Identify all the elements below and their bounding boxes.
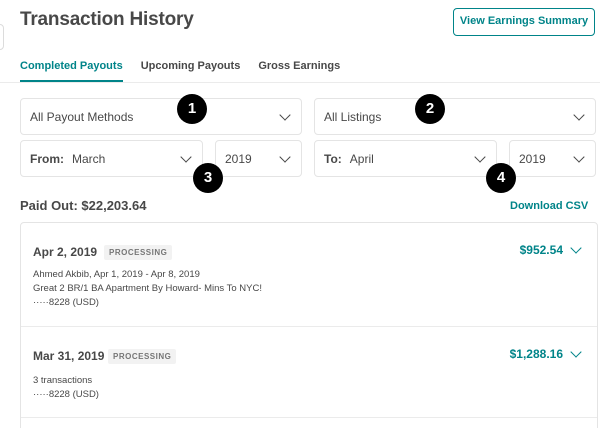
annotation-marker-2: 2 xyxy=(415,94,445,124)
row-divider xyxy=(21,326,597,327)
view-earnings-summary-button[interactable]: View Earnings Summary xyxy=(453,8,595,36)
chevron-down-icon xyxy=(573,108,585,121)
transaction-amount[interactable]: $1,288.16 xyxy=(510,347,563,361)
transaction-account: ·····8228 (USD) xyxy=(33,389,99,400)
paid-out-total: Paid Out: $22,203.64 xyxy=(20,198,147,213)
chevron-down-icon[interactable] xyxy=(570,242,582,254)
payout-method-value: All Payout Methods xyxy=(30,109,134,124)
from-month-select[interactable]: From: March xyxy=(20,140,203,177)
tab-completed-payouts[interactable]: Completed Payouts xyxy=(20,60,123,82)
page-title: Transaction History xyxy=(20,9,194,30)
from-year-value: 2019 xyxy=(225,151,252,166)
chevron-down-icon xyxy=(573,150,585,163)
annotation-marker-3: 3 xyxy=(193,163,223,193)
payout-method-select[interactable]: All Payout Methods xyxy=(20,98,302,135)
transaction-listing: Great 2 BR/1 BA Apartment By Howard- Min… xyxy=(33,283,262,294)
chevron-down-icon xyxy=(279,108,291,121)
annotation-marker-1: 1 xyxy=(177,94,207,124)
transaction-date: Mar 31, 2019 xyxy=(33,349,105,363)
transactions-list: Apr 2, 2019 PROCESSING $952.54 Ahmed Akb… xyxy=(20,222,598,428)
status-badge: PROCESSING xyxy=(108,349,177,364)
transaction-account: ·····8228 (USD) xyxy=(33,297,99,308)
from-month-value: March xyxy=(72,151,106,166)
listings-value: All Listings xyxy=(324,109,382,124)
transaction-count: 3 transactions xyxy=(33,375,93,386)
tab-bar: Completed Payouts Upcoming Payouts Gross… xyxy=(20,60,358,82)
transaction-amount[interactable]: $952.54 xyxy=(520,243,563,257)
from-label: From: xyxy=(30,151,64,166)
tab-gross-earnings[interactable]: Gross Earnings xyxy=(258,60,340,82)
chevron-down-icon[interactable] xyxy=(570,346,582,358)
chevron-down-icon xyxy=(474,150,486,163)
to-label: To: xyxy=(324,151,342,166)
to-month-select[interactable]: To: April xyxy=(314,140,497,177)
transaction-guest-dates: Ahmed Akbib, Apr 1, 2019 - Apr 8, 2019 xyxy=(33,269,200,280)
download-csv-link[interactable]: Download CSV xyxy=(510,200,588,212)
listings-select[interactable]: All Listings xyxy=(314,98,596,135)
chevron-down-icon xyxy=(279,150,291,163)
row-divider xyxy=(21,417,597,418)
to-year-value: 2019 xyxy=(519,151,546,166)
from-year-select[interactable]: 2019 xyxy=(215,140,302,177)
tab-divider xyxy=(0,82,600,83)
to-year-select[interactable]: 2019 xyxy=(509,140,596,177)
tab-upcoming-payouts[interactable]: Upcoming Payouts xyxy=(141,60,241,82)
to-month-value: April xyxy=(349,151,374,166)
annotation-marker-4: 4 xyxy=(486,163,516,193)
status-badge: PROCESSING xyxy=(104,245,173,260)
chevron-down-icon xyxy=(180,150,192,163)
transaction-date: Apr 2, 2019 xyxy=(33,245,98,259)
sidebar-edge xyxy=(0,24,4,50)
